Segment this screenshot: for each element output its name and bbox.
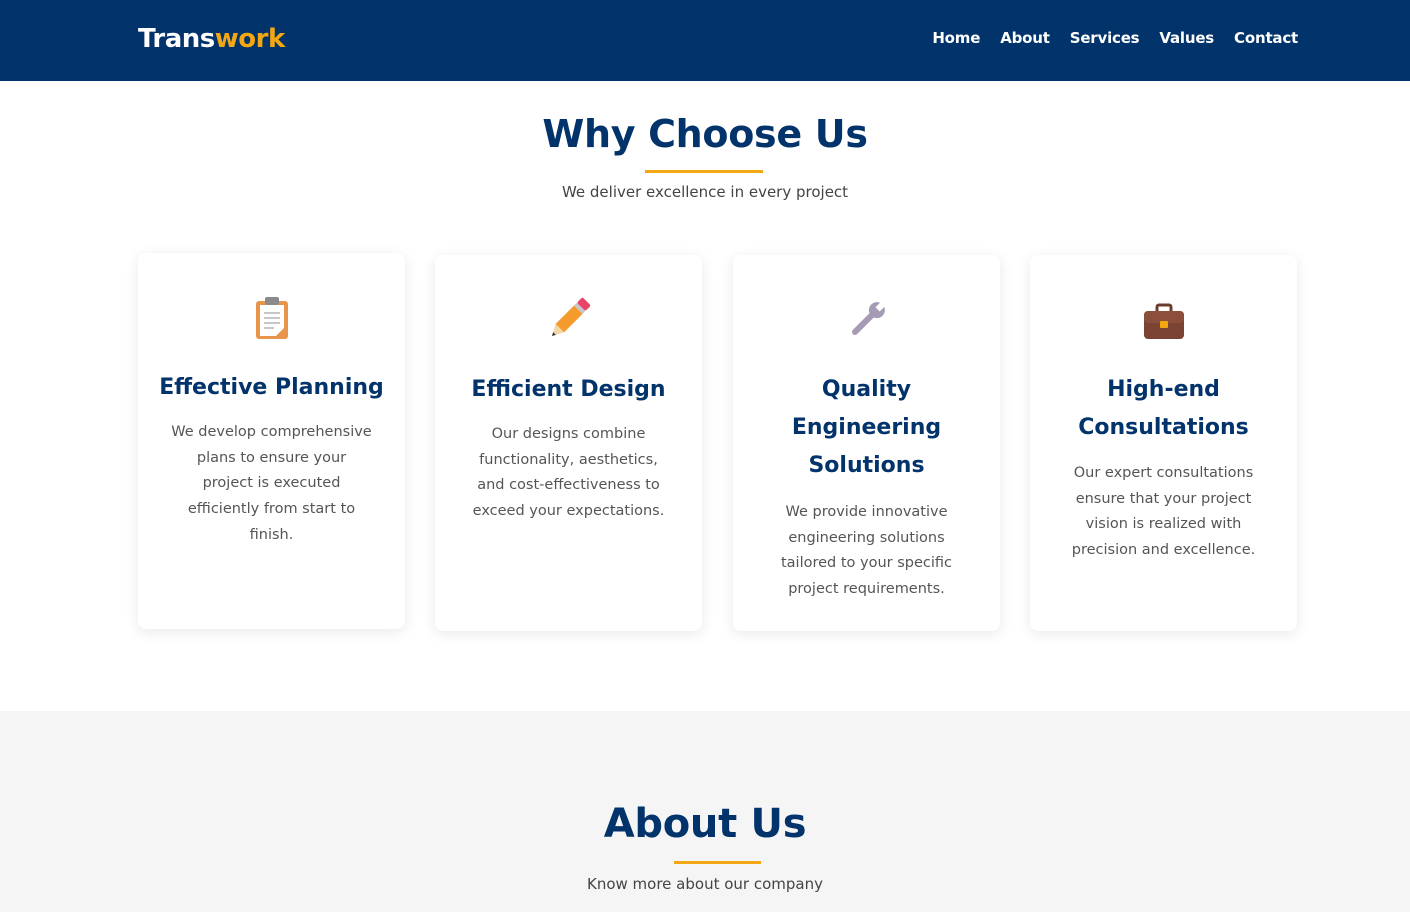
pencil-icon xyxy=(435,294,702,344)
brand-logo[interactable]: Transwork xyxy=(138,22,285,56)
nav-link-contact[interactable]: Contact xyxy=(1234,28,1298,48)
card-title: High-end Consultations xyxy=(1078,377,1249,440)
why-choose-us-section: Why Choose Us We deliver excellence in e… xyxy=(0,81,1410,711)
card-title: Effective Planning xyxy=(159,375,384,400)
why-section-subtitle: We deliver excellence in every project xyxy=(561,183,849,201)
why-section-title: Why Choose Us xyxy=(542,112,868,156)
nav-link-about[interactable]: About xyxy=(1000,28,1050,48)
nav-link-values[interactable]: Values xyxy=(1159,28,1214,48)
brand-part-2: work xyxy=(214,24,286,54)
navbar: Transwork Home About Services Values Con… xyxy=(0,0,1410,81)
clipboard-icon xyxy=(138,293,405,343)
briefcase-icon xyxy=(1030,297,1297,347)
feature-card-planning: Effective Planning We develop comprehens… xyxy=(138,253,405,629)
card-description: We provide innovative engineering soluti… xyxy=(780,504,953,598)
card-description: Our designs combine functionality, aesth… xyxy=(472,426,665,520)
about-us-section: About Us Know more about our company xyxy=(0,711,1410,912)
nav-link-services[interactable]: Services xyxy=(1070,28,1140,48)
feature-card-consultations: High-end Consultations Our expert consul… xyxy=(1030,255,1297,631)
card-title: Quality Engineering Solutions xyxy=(791,377,942,478)
feature-card-engineering: Quality Engineering Solutions We provide… xyxy=(733,255,1000,631)
nav-menu: Home About Services Values Contact xyxy=(932,28,1298,48)
about-section-subtitle: Know more about our company xyxy=(587,875,823,893)
card-description: We develop comprehensive plans to ensure… xyxy=(171,424,372,543)
about-title-underline xyxy=(674,861,761,864)
card-description: Our expert consultations ensure that you… xyxy=(1071,465,1256,559)
feature-card-design: Efficient Design Our designs combine fun… xyxy=(435,255,702,631)
wrench-icon xyxy=(733,295,1000,345)
about-section-title: About Us xyxy=(603,801,807,847)
nav-link-home[interactable]: Home xyxy=(932,28,980,48)
why-title-underline xyxy=(645,170,763,173)
card-title: Efficient Design xyxy=(471,377,666,402)
brand-part-1: Trans xyxy=(138,24,215,54)
